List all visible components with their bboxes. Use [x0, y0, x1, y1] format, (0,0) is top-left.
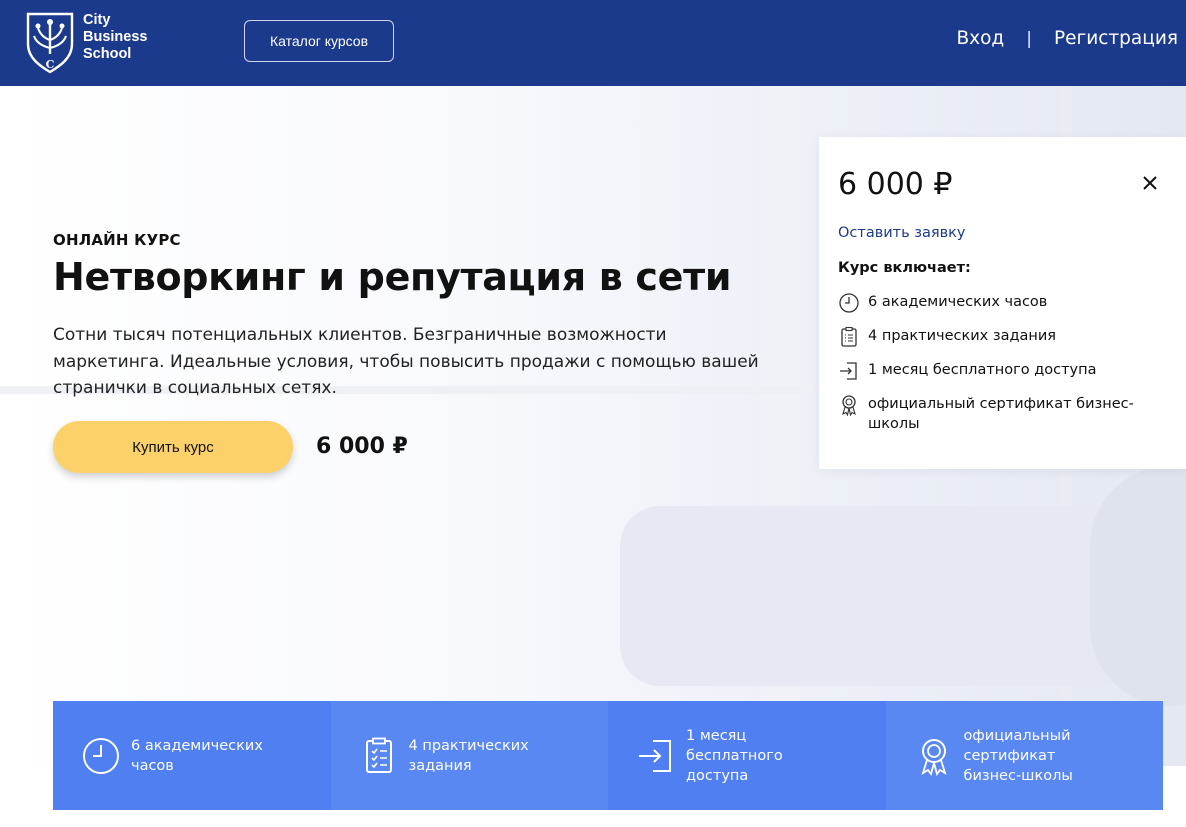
clock-icon	[839, 293, 859, 313]
background-sofa	[620, 506, 1140, 686]
card-include-item: официальный сертификат бизнес-школы	[838, 394, 1138, 434]
login-arrow-icon	[840, 362, 857, 380]
register-link[interactable]: Регистрация	[1054, 28, 1178, 49]
login-arrow-icon	[639, 739, 671, 772]
card-include-label: 6 академических часов	[868, 294, 1048, 310]
login-link[interactable]: Вход	[956, 28, 1004, 49]
page-title: Нетворкинг и репутация в сети	[53, 255, 732, 299]
feature-label: 1 месяц бесплатного доступа	[686, 727, 783, 784]
logo-line: Business	[83, 29, 148, 45]
logo-line: School	[83, 46, 132, 62]
card-include-item: 6 академических часов	[838, 292, 1138, 314]
feature-item: официальный сертификат бизнес-школы	[885, 701, 1163, 810]
feature-label: 4 практических задания	[408, 737, 529, 774]
background-pillow	[1090, 466, 1186, 706]
close-icon[interactable]	[1137, 170, 1163, 196]
auth-nav: Вход | Регистрация	[956, 28, 1178, 49]
nav-separator: |	[1026, 28, 1032, 49]
clipboard-icon	[841, 326, 857, 347]
hero-price: 6 000 ₽	[316, 434, 408, 459]
course-kicker: ОНЛАЙН КУРС	[53, 231, 181, 249]
certificate-icon	[842, 395, 856, 416]
clipboard-icon	[365, 737, 392, 773]
card-include-label: официальный сертификат бизнес-школы	[868, 396, 1134, 432]
feature-item: 6 академических часов	[53, 701, 331, 810]
catalog-button[interactable]: Каталог курсов	[244, 20, 394, 62]
price-card: 6 000 ₽ Оставить заявку Курс включает: 6…	[819, 137, 1186, 469]
leave-request-link[interactable]: Оставить заявку	[838, 225, 966, 241]
feature-item: 1 месяц бесплатного доступа	[608, 701, 886, 810]
card-include-label: 1 месяц бесплатного доступа	[868, 362, 1097, 378]
features-strip: 6 академических часов 4 практических зад…	[53, 701, 1163, 810]
feature-label: 6 академических часов	[131, 737, 263, 774]
logo-line: City	[83, 12, 111, 28]
card-includes-heading: Курс включает:	[838, 260, 971, 276]
feature-item: 4 практических задания	[330, 701, 608, 810]
card-include-label: 4 практических задания	[868, 328, 1056, 344]
feature-label: официальный сертификат бизнес-школы	[963, 727, 1073, 784]
card-include-item: 4 практических задания	[838, 326, 1138, 348]
buy-course-button[interactable]: Купить курс	[53, 421, 293, 473]
certificate-icon	[920, 738, 947, 776]
clock-icon	[83, 737, 119, 774]
course-description: Сотни тысяч потенциальных клиентов. Безг…	[53, 325, 759, 398]
logo-text[interactable]: City Business School	[83, 12, 147, 63]
svg-text:C: C	[46, 58, 55, 71]
site-header: C City Business School Каталог курсов Вх…	[0, 0, 1186, 86]
card-price: 6 000 ₽	[838, 167, 953, 202]
logo-shield-icon[interactable]: C	[24, 10, 76, 74]
card-include-item: 1 месяц бесплатного доступа	[838, 360, 1138, 382]
